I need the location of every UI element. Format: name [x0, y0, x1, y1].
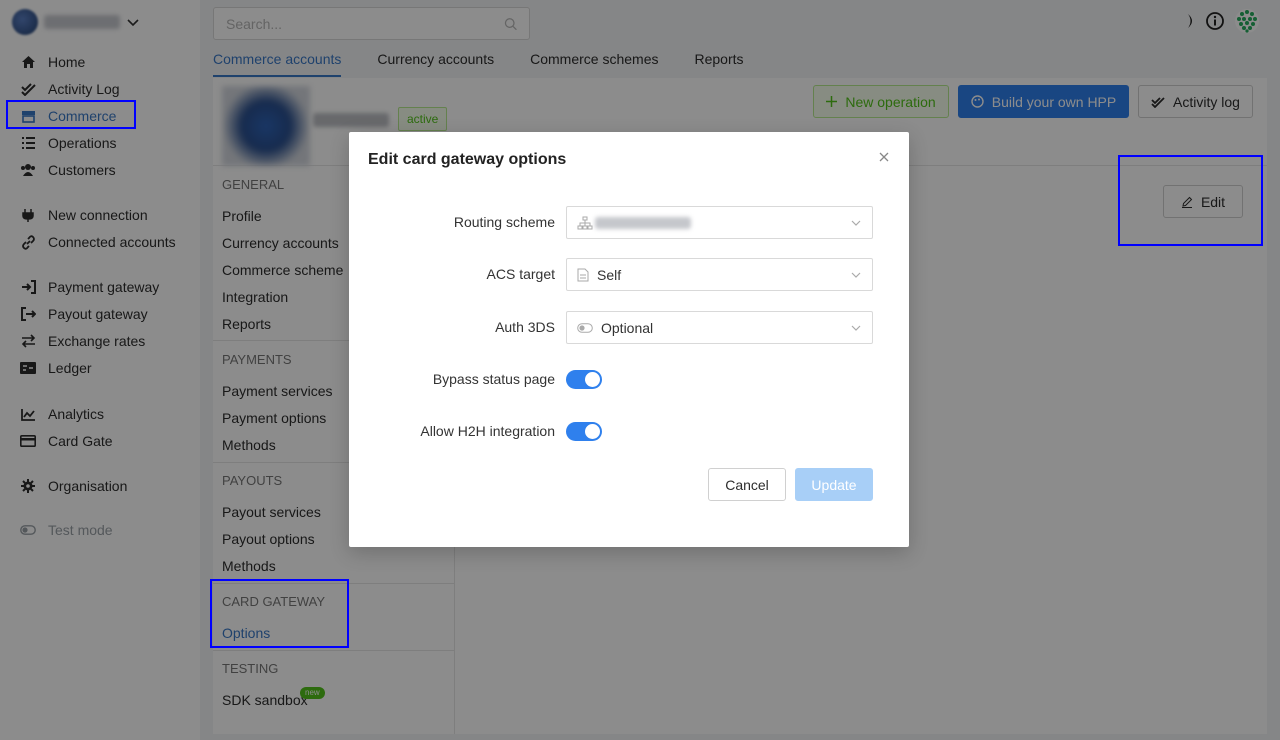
auth-3ds-value: Optional — [601, 319, 654, 336]
document-icon — [577, 268, 589, 281]
acs-target-select[interactable]: Self — [566, 258, 873, 291]
bypass-status-page-label: Bypass status page — [432, 371, 555, 387]
cancel-button[interactable]: Cancel — [708, 468, 786, 501]
update-button[interactable]: Update — [795, 468, 873, 501]
edit-card-gateway-modal: Edit card gateway options Routing scheme… — [349, 132, 909, 547]
routing-scheme-redacted — [595, 217, 691, 229]
routing-scheme-select[interactable] — [566, 206, 873, 239]
bypass-status-page-row: Bypass status page — [349, 363, 909, 396]
acs-target-label: ACS target — [486, 266, 555, 282]
chevron-down-icon — [851, 272, 861, 278]
auth-3ds-row: Auth 3DS Optional — [349, 311, 909, 344]
modal-title: Edit card gateway options — [368, 151, 567, 168]
acs-target-value: Self — [597, 266, 622, 283]
routing-scheme-row: Routing scheme — [349, 206, 909, 239]
toggle-icon — [577, 322, 593, 333]
chevron-down-icon — [851, 325, 861, 331]
chevron-down-icon — [851, 220, 861, 226]
acs-target-row: ACS target Self — [349, 258, 909, 291]
bypass-status-page-toggle[interactable] — [566, 370, 602, 389]
close-icon[interactable] — [877, 150, 891, 164]
routing-scheme-label: Routing scheme — [453, 214, 555, 230]
allow-h2h-row: Allow H2H integration — [349, 415, 909, 448]
auth-3ds-label: Auth 3DS — [495, 319, 555, 335]
allow-h2h-label: Allow H2H integration — [420, 423, 555, 439]
sitemap-icon — [577, 216, 593, 229]
auth-3ds-select[interactable]: Optional — [566, 311, 873, 344]
allow-h2h-toggle[interactable] — [566, 422, 602, 441]
